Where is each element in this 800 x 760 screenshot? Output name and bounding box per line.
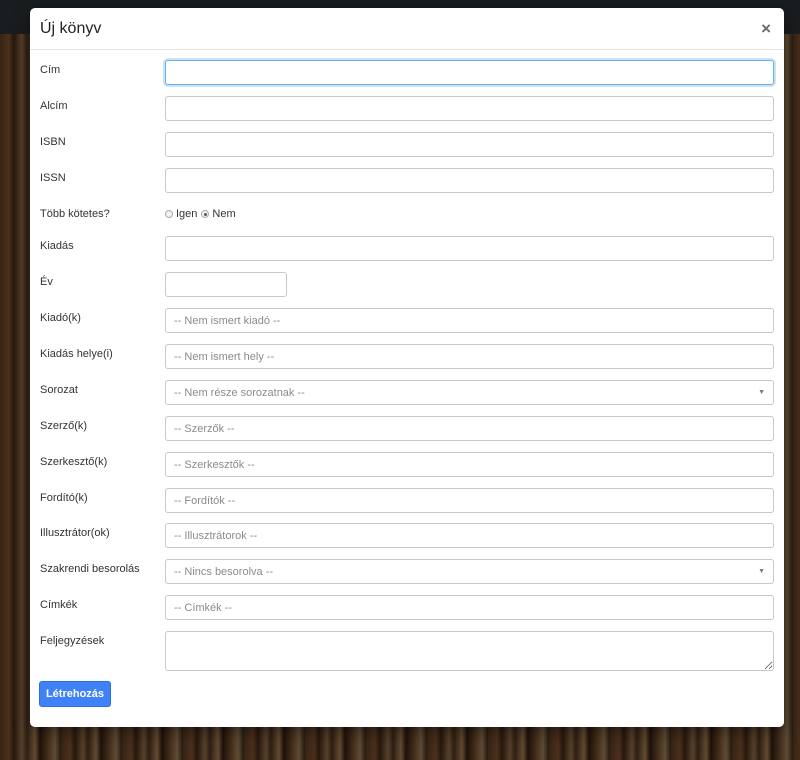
subtitle-label: Alcím	[40, 100, 68, 112]
issn-input[interactable]	[165, 168, 774, 193]
form-row-illustrators: Illusztrátor(ok)	[40, 523, 774, 548]
form-row-tags: Címkék	[40, 595, 774, 620]
tags-input[interactable]	[165, 595, 774, 620]
form-row-authors: Szerző(k)	[40, 416, 774, 441]
series-select-value: -- Nem része sorozatnak --	[174, 386, 305, 399]
form-row-editors: Szerkesztő(k)	[40, 452, 774, 477]
modal-header: Új könyv ×	[30, 8, 784, 50]
edition-input[interactable]	[165, 236, 774, 261]
form-row-multi-volume: Több kötetes? Igen Nem	[40, 204, 774, 220]
radio-no-label[interactable]: Nem	[212, 208, 235, 220]
multi-volume-radio-group: Igen Nem	[165, 204, 240, 220]
title-label: Cím	[40, 64, 61, 76]
editors-label: Szerkesztő(k)	[40, 456, 108, 468]
publisher-label: Kiadó(k)	[40, 312, 81, 324]
radio-no[interactable]	[201, 210, 210, 218]
place-input[interactable]	[165, 344, 774, 369]
radio-yes[interactable]	[165, 210, 173, 218]
form-row-classification: Szakrendi besorolás -- Nincs besorolva -…	[40, 559, 774, 584]
modal-title: Új könyv	[40, 19, 102, 37]
new-book-modal: Új könyv × Cím Alcím ISBN ISSN Több köte…	[30, 8, 784, 727]
title-input[interactable]	[165, 60, 774, 85]
edition-label: Kiadás	[40, 240, 74, 252]
notes-textarea[interactable]	[165, 631, 774, 671]
year-input[interactable]	[165, 272, 287, 297]
form-row-publisher: Kiadó(k)	[40, 308, 774, 333]
create-button[interactable]: Létrehozás	[39, 681, 111, 707]
chevron-down-icon: ▼	[758, 389, 765, 396]
classification-select-value: -- Nincs besorolva --	[174, 565, 274, 578]
form-row-translators: Fordító(k)	[40, 488, 774, 513]
form-row-issn: ISSN	[40, 168, 774, 193]
authors-input[interactable]	[165, 416, 774, 441]
subtitle-input[interactable]	[165, 96, 774, 121]
tags-label: Címkék	[40, 599, 78, 611]
isbn-input[interactable]	[165, 132, 774, 157]
illustrators-input[interactable]	[165, 523, 774, 548]
editors-input[interactable]	[165, 452, 774, 477]
isbn-label: ISBN	[40, 136, 66, 148]
close-icon[interactable]: ×	[759, 18, 773, 39]
notes-label: Feljegyzések	[40, 635, 105, 647]
form-row-isbn: ISBN	[40, 132, 774, 157]
multi-volume-label: Több kötetes?	[40, 208, 110, 220]
issn-label: ISSN	[40, 172, 66, 184]
chevron-down-icon: ▼	[758, 568, 765, 575]
authors-label: Szerző(k)	[40, 420, 88, 432]
place-label: Kiadás helye(i)	[40, 348, 113, 360]
form-row-series: Sorozat -- Nem része sorozatnak -- ▼	[40, 380, 774, 405]
translators-label: Fordító(k)	[40, 492, 88, 504]
classification-label: Szakrendi besorolás	[40, 563, 140, 575]
form-row-place: Kiadás helye(i)	[40, 344, 774, 369]
publisher-input[interactable]	[165, 308, 774, 333]
year-label: Év	[40, 276, 53, 288]
form-row-notes: Feljegyzések	[40, 631, 774, 671]
illustrators-label: Illusztrátor(ok)	[40, 527, 110, 539]
translators-input[interactable]	[165, 488, 774, 513]
form-row-edition: Kiadás	[40, 236, 774, 261]
radio-yes-label[interactable]: Igen	[176, 208, 197, 220]
form-row-year: Év	[40, 272, 774, 297]
series-select[interactable]: -- Nem része sorozatnak -- ▼	[165, 380, 774, 405]
form-row-subtitle: Alcím	[40, 96, 774, 121]
series-label: Sorozat	[40, 384, 78, 396]
classification-select[interactable]: -- Nincs besorolva -- ▼	[165, 559, 774, 584]
form-row-title: Cím	[40, 60, 774, 85]
